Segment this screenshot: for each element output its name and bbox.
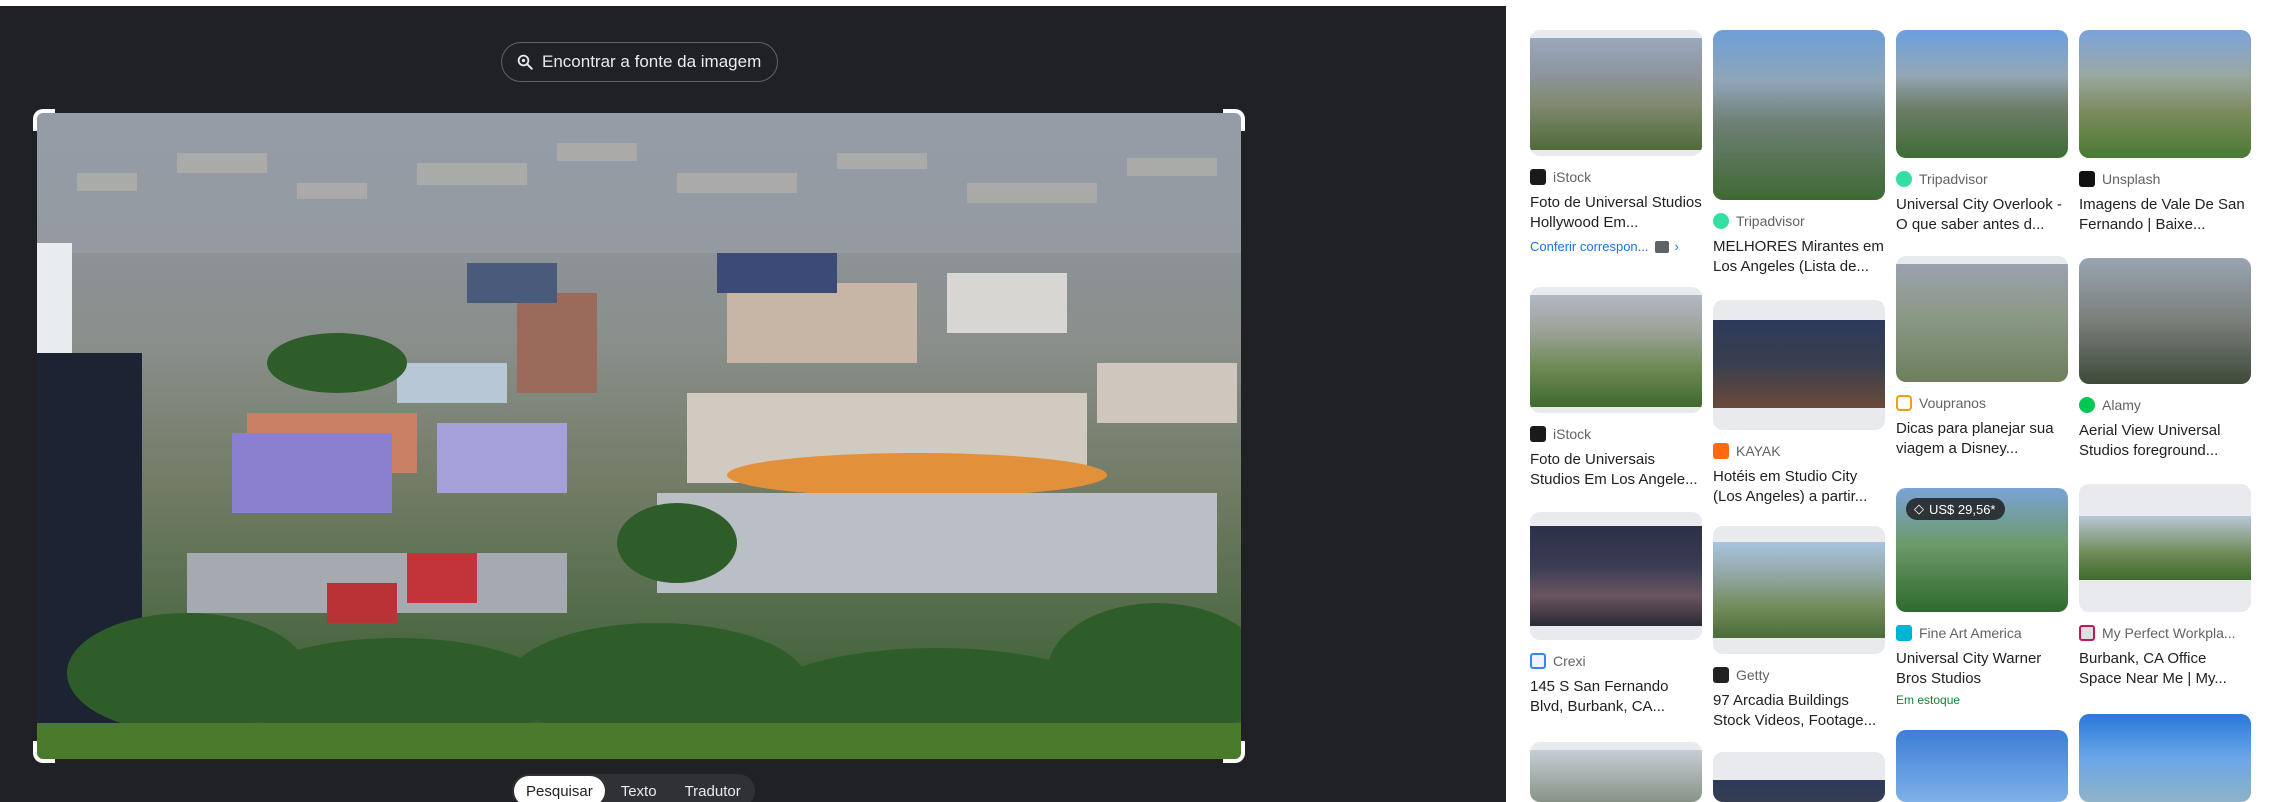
result-thumbnail[interactable] — [2079, 30, 2251, 158]
result-thumbnail[interactable] — [1713, 300, 1885, 430]
alamy-logo-icon — [2079, 397, 2095, 413]
result-thumbnail[interactable] — [1896, 256, 2068, 382]
tab-texto[interactable]: Texto — [609, 776, 669, 802]
result-thumbnail[interactable] — [2079, 714, 2251, 802]
result-source: iStock — [1553, 426, 1592, 442]
my-perfect-workplace-logo-icon — [2079, 625, 2095, 641]
result-card[interactable]: Voupranos Dicas para planejar sua viagem… — [1896, 256, 2068, 459]
result-thumbnail[interactable] — [1530, 287, 1702, 413]
result-title[interactable]: Burbank, CA Office Space Near Me | My... — [2079, 649, 2251, 689]
in-stock-label: Em estoque — [1896, 693, 1961, 707]
google-lens-page: Encontrar a fonte da imagem Pesquisar Te… — [0, 0, 2273, 802]
result-source: iStock — [1553, 169, 1592, 185]
voupranos-logo-icon — [1896, 395, 1912, 411]
result-title[interactable]: Dicas para planejar sua viagem a Disney.… — [1896, 419, 2068, 459]
result-card[interactable]: iStock Foto de Universais Studios Em Los… — [1530, 287, 1702, 490]
result-card[interactable]: Crexi 145 S San Fernando Blvd, Burbank, … — [1530, 512, 1702, 717]
result-source: Fine Art America — [1919, 625, 2022, 641]
crop-handle-bottom-left[interactable] — [33, 741, 55, 763]
result-source: Tripadvisor — [1919, 171, 1988, 187]
result-thumbnail[interactable]: ◇ US$ 29,56* — [1896, 488, 2068, 612]
visual-matches-panel: iStock Foto de Universal Studios Hollywo… — [1506, 0, 2273, 802]
result-source: KAYAK — [1736, 443, 1781, 459]
result-title[interactable]: Aerial View Universal Studios foreground… — [2079, 421, 2251, 461]
istock-logo-icon — [1530, 426, 1546, 442]
result-source: Voupranos — [1919, 395, 1986, 411]
result-thumbnail[interactable] — [1713, 752, 1885, 802]
result-title[interactable]: Foto de Universais Studios Em Los Angele… — [1530, 450, 1702, 490]
unsplash-logo-icon — [2079, 171, 2095, 187]
city-aerial-photo — [37, 113, 1241, 759]
result-source: Unsplash — [2102, 171, 2161, 187]
image-compare-icon — [1654, 240, 1669, 253]
crexi-logo-icon — [1530, 653, 1546, 669]
chevron-right-icon: › — [1674, 239, 1679, 254]
result-card[interactable] — [1896, 730, 2068, 802]
result-card[interactable] — [1530, 742, 1702, 802]
result-title[interactable]: 145 S San Fernando Blvd, Burbank, CA... — [1530, 677, 1702, 717]
result-source: Tripadvisor — [1736, 213, 1805, 229]
result-card[interactable]: iStock Foto de Universal Studios Hollywo… — [1530, 30, 1702, 254]
result-title[interactable]: Universal City Warner Bros Studios — [1896, 649, 2068, 689]
crop-selection-frame[interactable] — [33, 109, 1245, 763]
tab-pesquisar[interactable]: Pesquisar — [514, 776, 605, 802]
result-thumbnail[interactable] — [1713, 526, 1885, 654]
result-source: Getty — [1736, 667, 1770, 683]
getty-logo-icon — [1713, 667, 1729, 683]
result-thumbnail[interactable] — [1896, 30, 2068, 158]
result-card[interactable]: Tripadvisor Universal City Overlook - O … — [1896, 30, 2068, 235]
crop-handle-bottom-right[interactable] — [1223, 741, 1245, 763]
kayak-logo-icon — [1713, 443, 1729, 459]
tripadvisor-logo-icon — [1713, 213, 1729, 229]
result-thumbnail[interactable] — [1530, 512, 1702, 640]
tab-tradutor[interactable]: Tradutor — [673, 776, 753, 802]
crop-handle-top-right[interactable] — [1223, 109, 1245, 131]
crop-handle-top-left[interactable] — [33, 109, 55, 131]
result-thumbnail[interactable] — [1896, 730, 2068, 802]
lens-mode-tabs: Pesquisar Texto Tradutor — [512, 774, 755, 802]
find-image-source-label: Encontrar a fonte da imagem — [542, 52, 762, 71]
price-badge: ◇ US$ 29,56* — [1906, 498, 2005, 520]
fine-art-america-logo-icon — [1896, 625, 1912, 641]
result-title[interactable]: 97 Arcadia Buildings Stock Videos, Foota… — [1713, 691, 1885, 731]
query-photo — [37, 113, 1241, 759]
result-title[interactable]: Imagens de Vale De San Fernando | Baixe.… — [2079, 195, 2251, 235]
istock-logo-icon — [1530, 169, 1546, 185]
result-card[interactable] — [2079, 714, 2251, 802]
result-title[interactable]: Hotéis em Studio City (Los Angeles) a pa… — [1713, 467, 1885, 507]
tripadvisor-logo-icon — [1896, 171, 1912, 187]
result-card[interactable] — [1713, 752, 1885, 802]
result-title[interactable]: Foto de Universal Studios Hollywood Em..… — [1530, 193, 1702, 233]
result-source: Alamy — [2102, 397, 2141, 413]
price-tag-icon: ◇ — [1914, 501, 1924, 516]
result-card[interactable]: Getty 97 Arcadia Buildings Stock Videos,… — [1713, 526, 1885, 731]
result-card[interactable]: KAYAK Hotéis em Studio City (Los Angeles… — [1713, 300, 1885, 507]
image-viewer-pane: Encontrar a fonte da imagem Pesquisar Te… — [0, 0, 1506, 802]
find-image-source-button[interactable]: Encontrar a fonte da imagem — [501, 42, 779, 82]
result-thumbnail[interactable] — [1713, 30, 1885, 200]
result-title[interactable]: Universal City Overlook - O que saber an… — [1896, 195, 2068, 235]
result-card[interactable]: ◇ US$ 29,56* Fine Art America Universal C… — [1896, 488, 2068, 707]
result-card[interactable]: Unsplash Imagens de Vale De San Fernando… — [2079, 30, 2251, 235]
result-source: Crexi — [1553, 653, 1586, 669]
result-thumbnail[interactable] — [2079, 258, 2251, 384]
check-matches-link[interactable]: Conferir correspon... › — [1530, 239, 1702, 254]
result-thumbnail[interactable] — [1530, 742, 1702, 802]
result-title[interactable]: MELHORES Mirantes em Los Angeles (Lista … — [1713, 237, 1885, 277]
result-thumbnail[interactable] — [1530, 30, 1702, 156]
result-card[interactable]: Alamy Aerial View Universal Studios fore… — [2079, 258, 2251, 461]
lens-search-icon — [517, 54, 533, 70]
result-source: My Perfect Workpla... — [2102, 625, 2236, 641]
result-thumbnail[interactable] — [2079, 484, 2251, 612]
result-card[interactable]: Tripadvisor MELHORES Mirantes em Los Ang… — [1713, 30, 1885, 277]
result-card[interactable]: My Perfect Workpla... Burbank, CA Office… — [2079, 484, 2251, 689]
